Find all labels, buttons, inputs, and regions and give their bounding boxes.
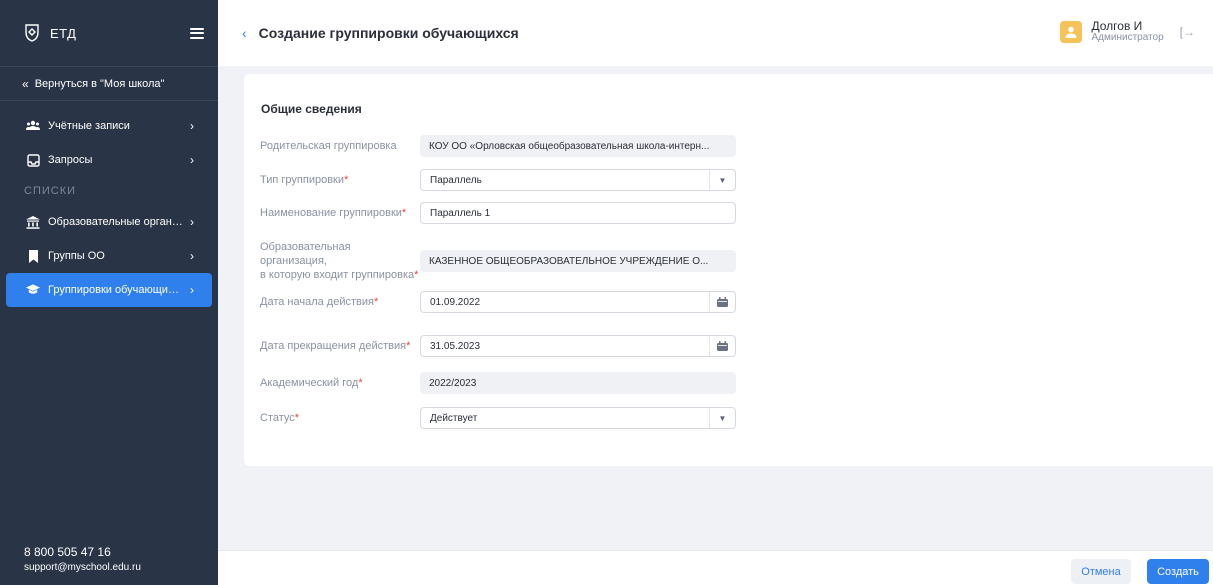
section-title: Общие сведения xyxy=(261,102,362,116)
parent-grouping-field: КОУ ОО «Орловская общеобразовательная шк… xyxy=(420,135,736,157)
institution-icon xyxy=(26,215,40,229)
caret-down-icon[interactable]: ▼ xyxy=(709,408,735,428)
sidebar-item-groups[interactable]: Группы ОО › xyxy=(0,239,218,273)
chevron-right-icon: › xyxy=(190,153,194,167)
grouping-name-input[interactable]: Параллель 1 xyxy=(420,202,736,224)
field-row-status: Статус* Действует ▼ xyxy=(260,407,736,429)
field-value: Параллель xyxy=(430,174,482,186)
logo-text: ЕТД xyxy=(50,25,77,41)
form-card: Общие сведения Родительская группировка … xyxy=(244,74,1213,466)
graduation-cap-icon xyxy=(26,283,40,297)
field-label: Дата прекращения действия* xyxy=(260,340,411,352)
sidebar-item-label: Учётные записи xyxy=(48,120,130,132)
field-value: Действует xyxy=(430,412,478,424)
sidebar-header: ЕТД xyxy=(0,0,218,66)
back-to-school-label: Вернуться в "Моя школа" xyxy=(34,77,165,90)
sidebar: ЕТД « Вернуться в "Моя школа" Учётные за… xyxy=(0,0,218,585)
sidebar-footer: 8 800 505 47 16 support@myschool.edu.ru xyxy=(24,545,141,573)
field-label: Наименование группировки* xyxy=(260,207,407,219)
page-title: Создание группировки обучающихся xyxy=(258,25,519,41)
logo[interactable]: ЕТД xyxy=(22,23,76,43)
field-label: Образовательная организация, в которую в… xyxy=(260,241,419,281)
field-label: Статус* xyxy=(260,412,300,424)
double-chevron-left-icon: « xyxy=(22,76,29,91)
bookmark-icon xyxy=(26,249,40,263)
field-value: КАЗЕННОЕ ОБЩЕОБРАЗОВАТЕЛЬНОЕ УЧРЕЖДЕНИЕ … xyxy=(429,255,709,267)
avatar xyxy=(1059,21,1082,43)
field-label: Дата начала действия* xyxy=(260,296,379,308)
field-row-academic-year: Академический год* 2022/2023 xyxy=(260,372,736,394)
field-value: 31.05.2023 xyxy=(430,340,481,352)
chevron-right-icon: › xyxy=(190,249,194,263)
back-arrow-icon[interactable]: ‹ xyxy=(242,25,247,41)
status-select[interactable]: Действует ▼ xyxy=(420,407,736,429)
academic-year-field: 2022/2023 xyxy=(420,372,736,394)
end-date-input[interactable]: 31.05.2023 xyxy=(420,335,736,357)
field-value: 2022/2023 xyxy=(429,377,477,389)
sidebar-item-accounts[interactable]: Учётные записи › xyxy=(0,109,218,143)
sidebar-item-label: Группы ОО xyxy=(48,250,105,262)
start-date-input[interactable]: 01.09.2022 xyxy=(420,291,736,313)
grouping-type-select[interactable]: Параллель ▼ xyxy=(420,169,736,191)
field-row-type: Тип группировки* Параллель ▼ xyxy=(260,169,736,191)
support-phone: 8 800 505 47 16 xyxy=(24,545,111,559)
user-info: Долгов И Администратор xyxy=(1092,20,1164,44)
top-bar: ‹ Создание группировки обучающихся Долго… xyxy=(218,0,1213,66)
sidebar-item-requests[interactable]: Запросы › xyxy=(0,143,218,177)
chevron-right-icon: › xyxy=(190,215,194,229)
user-name: Долгов И xyxy=(1091,19,1143,33)
field-row-start-date: Дата начала действия* 01.09.2022 xyxy=(260,291,736,313)
users-icon xyxy=(26,119,40,133)
menu-icon[interactable] xyxy=(190,27,204,39)
sidebar-item-label: Образовательные организа... xyxy=(48,216,184,228)
sidebar-item-student-groupings[interactable]: Группировки обучающихся › xyxy=(6,273,212,307)
field-label: Тип группировки* xyxy=(260,174,349,186)
support-email[interactable]: support@myschool.edu.ru xyxy=(24,562,141,573)
caret-down-icon[interactable]: ▼ xyxy=(709,170,735,190)
field-row-end-date: Дата прекращения действия* 31.05.2023 xyxy=(260,335,736,357)
calendar-icon[interactable] xyxy=(709,292,735,312)
user-role: Администратор xyxy=(1091,32,1164,43)
user-menu[interactable]: Долгов И Администратор [→ xyxy=(1059,20,1195,44)
sidebar-item-label: Запросы xyxy=(48,154,93,166)
field-label: Академический год* xyxy=(260,377,363,389)
field-row-parent: Родительская группировка КОУ ОО «Орловск… xyxy=(260,135,736,157)
inbox-icon xyxy=(26,153,40,167)
logo-icon xyxy=(22,23,42,43)
organization-field: КАЗЕННОЕ ОБЩЕОБРАЗОВАТЕЛЬНОЕ УЧРЕЖДЕНИЕ … xyxy=(420,250,736,272)
section-lists-label: СПИСКИ xyxy=(24,185,77,197)
field-label: Родительская группировка xyxy=(260,140,397,152)
calendar-icon[interactable] xyxy=(709,336,735,356)
logout-icon[interactable]: [→ xyxy=(1180,25,1195,39)
field-row-name: Наименование группировки* Параллель 1 xyxy=(260,202,736,224)
field-value: Параллель 1 xyxy=(430,207,491,219)
field-value: КОУ ОО «Орловская общеобразовательная шк… xyxy=(429,140,710,152)
field-value: 01.09.2022 xyxy=(430,296,481,308)
create-button[interactable]: Создать xyxy=(1147,559,1209,584)
action-bar: Отмена Создать xyxy=(218,550,1213,585)
field-row-org: Образовательная организация, в которую в… xyxy=(260,240,736,282)
chevron-right-icon: › xyxy=(190,283,194,297)
cancel-button[interactable]: Отмена xyxy=(1071,559,1131,584)
back-to-school-link[interactable]: « Вернуться в "Моя школа" xyxy=(0,66,218,101)
sidebar-item-label: Группировки обучающихся xyxy=(48,284,184,296)
sidebar-item-organizations[interactable]: Образовательные организа... › xyxy=(0,205,218,239)
chevron-right-icon: › xyxy=(190,119,194,133)
